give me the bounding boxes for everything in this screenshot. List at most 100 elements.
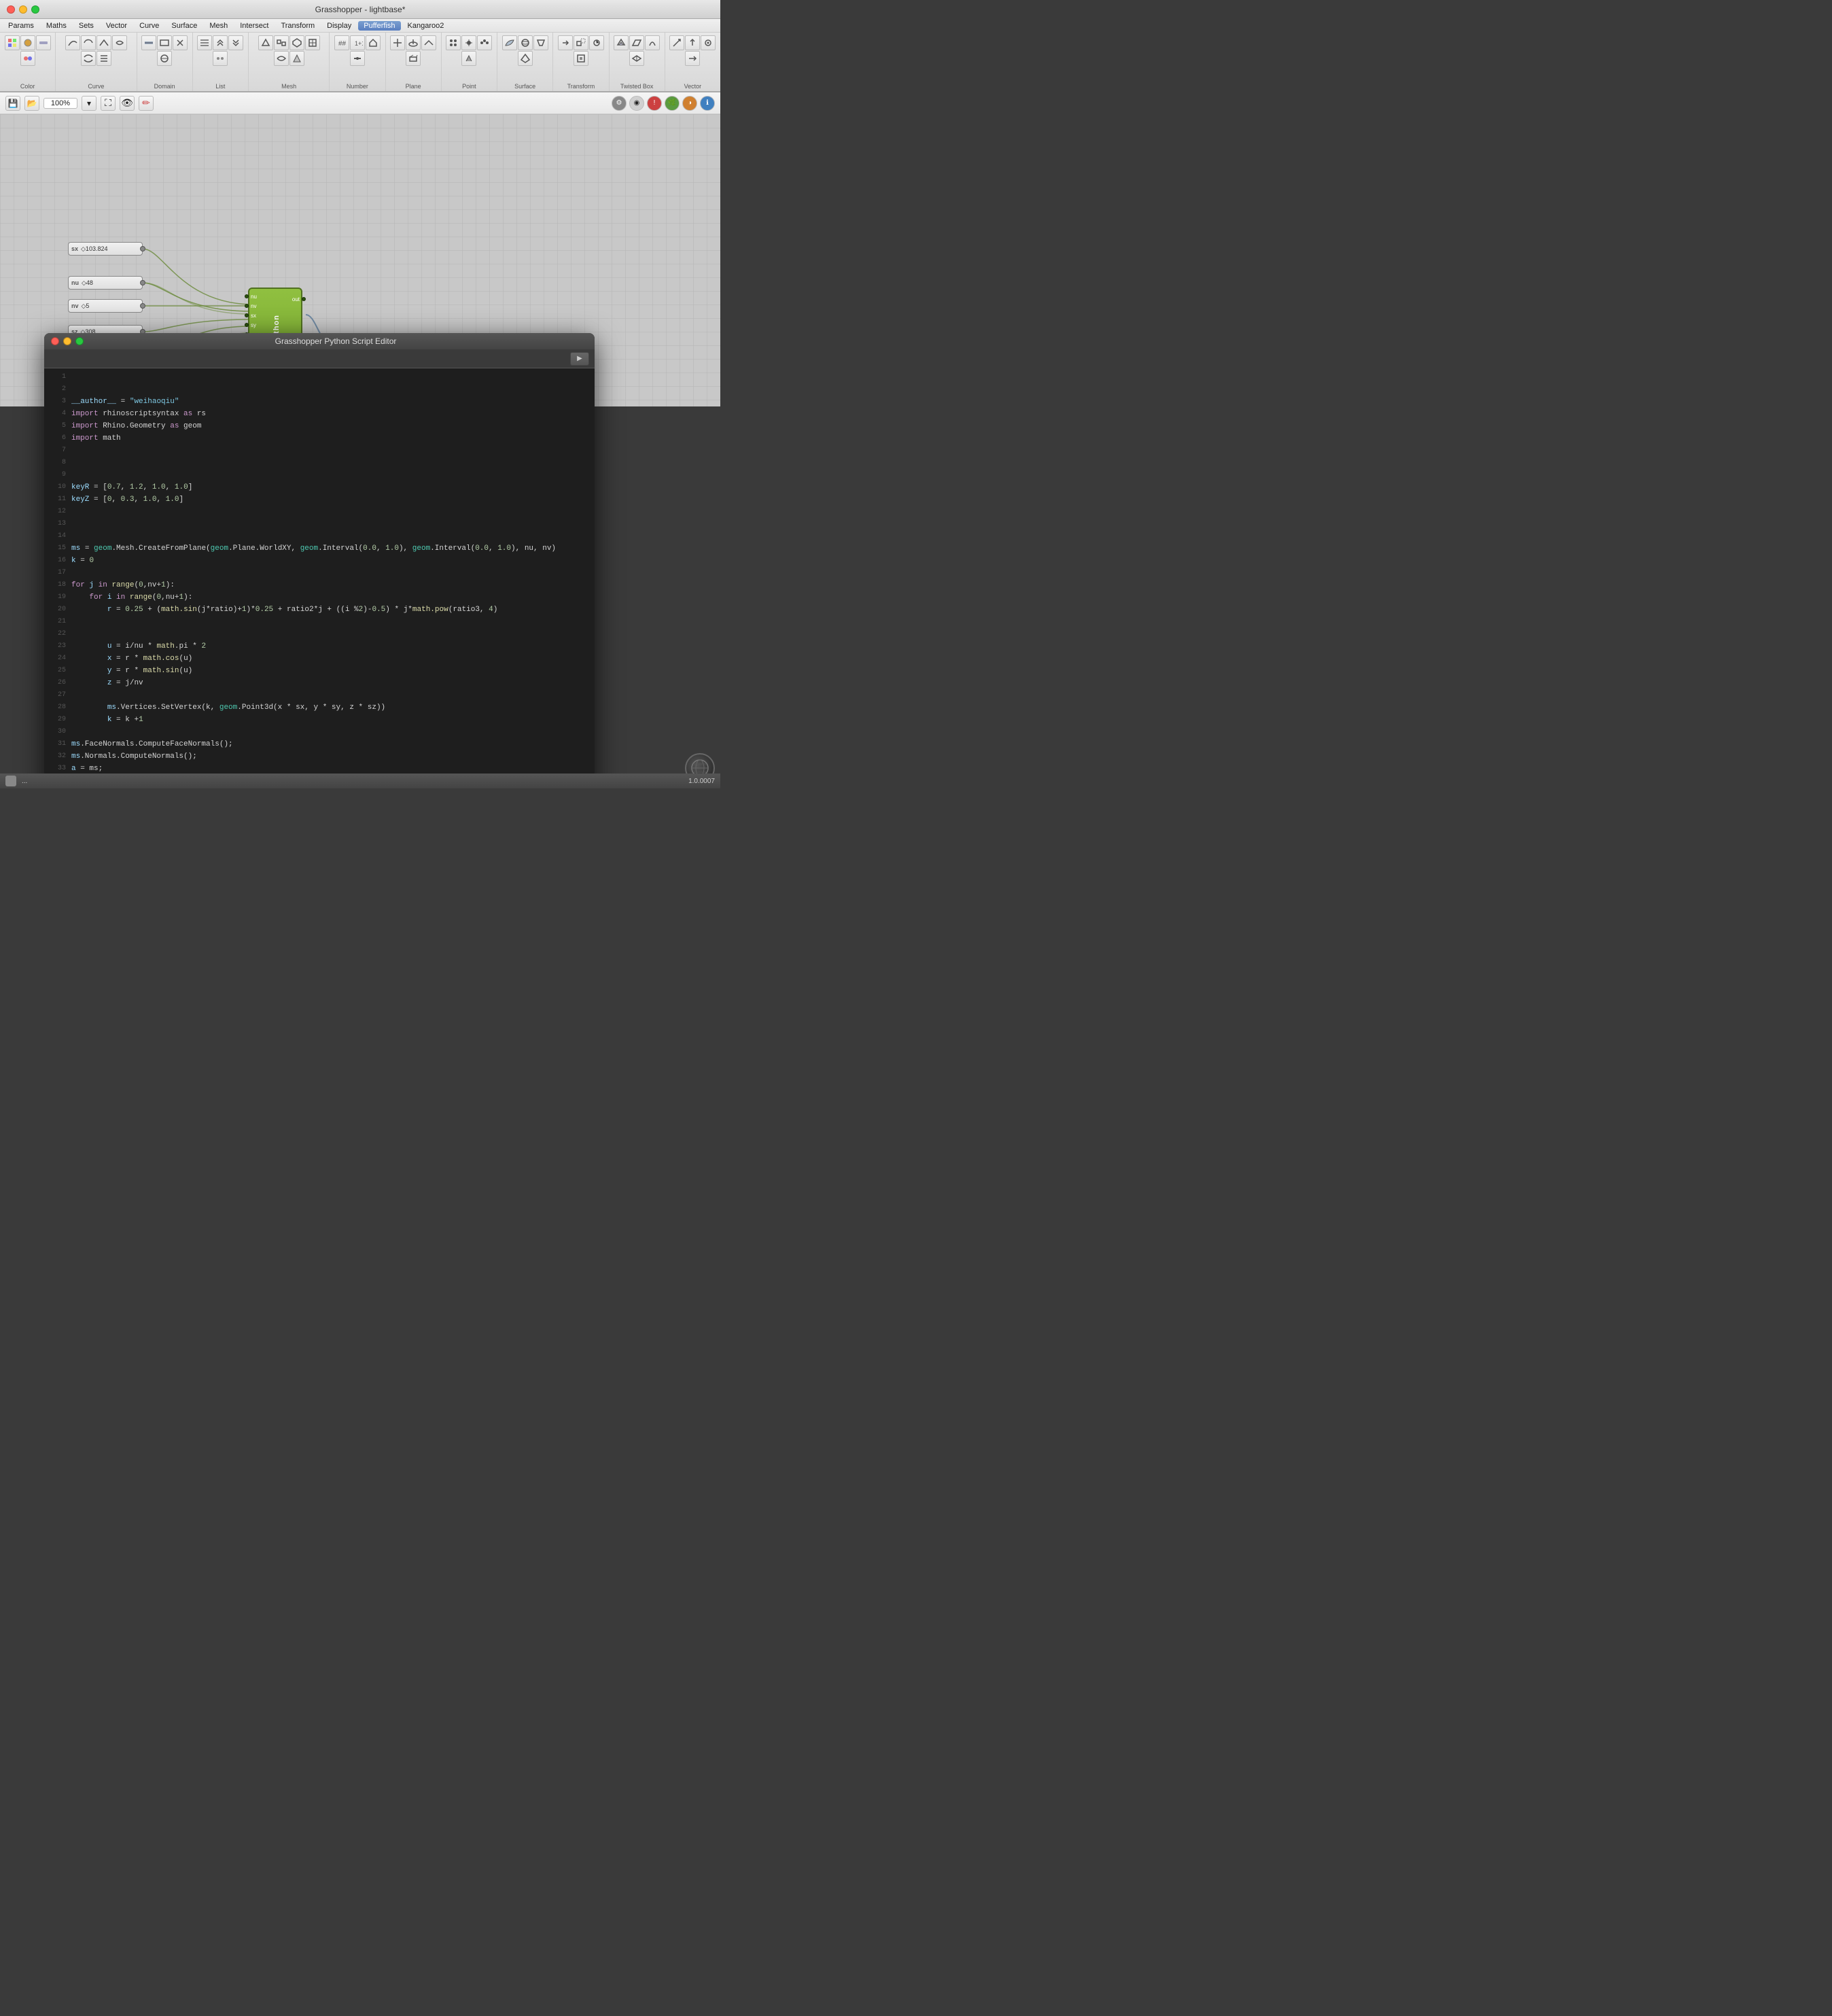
toolbar-icon-plane-3[interactable] [421, 35, 436, 50]
menu-params[interactable]: Params [3, 21, 39, 31]
menu-display[interactable]: Display [321, 21, 357, 31]
toolbar-icon-mesh-1[interactable] [258, 35, 273, 50]
toolbar-icon-point-1[interactable] [446, 35, 461, 50]
toolbar-icon-list-4[interactable] [213, 51, 228, 66]
toolbar-icon-4[interactable] [20, 51, 35, 66]
toolbar-icon-plane-4[interactable] [406, 51, 421, 66]
toolbar-icon-curve-5[interactable] [81, 51, 96, 66]
save-button[interactable]: 💾 [5, 96, 20, 111]
param-value-nu: ◇48 [82, 279, 93, 287]
toolbar-icon-1[interactable] [5, 35, 20, 50]
toolbar-icon-num-1[interactable]: ## [334, 35, 349, 50]
toolbar-icon-domain-4[interactable] [157, 51, 172, 66]
toolbar-icon-mesh-3[interactable] [289, 35, 304, 50]
toolbar-icon-num-4[interactable] [350, 51, 365, 66]
svg-text:1+1: 1+1 [355, 40, 363, 47]
editor-close-button[interactable] [51, 337, 59, 345]
toolbar-icon-transform-2[interactable] [574, 35, 588, 50]
toolbar-icon-surface-3[interactable] [533, 35, 548, 50]
toolbar-icon-vector-1[interactable] [669, 35, 684, 50]
toolbar-icon-mesh-4[interactable] [305, 35, 320, 50]
toolbar-icon-mesh-2[interactable] [274, 35, 289, 50]
toolbar-icon-vector-3[interactable] [701, 35, 716, 50]
open-button[interactable]: 📂 [24, 96, 39, 111]
menu-mesh[interactable]: Mesh [204, 21, 233, 31]
toolbar-icon-curve-1[interactable] [65, 35, 80, 50]
toolbar-group-label-number: Number [330, 83, 385, 90]
toolbar-icon-twisted-1[interactable] [614, 35, 629, 50]
code-line-5: 5 import Rhino.Geometry as geom [44, 420, 595, 432]
toolbar-icon-plane-1[interactable] [390, 35, 405, 50]
param-node-nu[interactable]: nu ◇48 [68, 276, 143, 290]
toolbar-icon-mesh-5[interactable] [274, 51, 289, 66]
toolbar-icon-curve-4[interactable] [112, 35, 127, 50]
param-node-sx[interactable]: sx ◇103.824 [68, 242, 143, 256]
toolbar-icon-list-3[interactable] [228, 35, 243, 50]
fit-view-button[interactable]: ⛶ [101, 96, 116, 111]
toolbar-icon-list-2[interactable] [213, 35, 228, 50]
toolbar-icon-list-1[interactable] [197, 35, 212, 50]
toolbar-icon-domain-3[interactable] [173, 35, 188, 50]
toolbar-icon-transform-3[interactable] [589, 35, 604, 50]
param-node-nv[interactable]: nv ◇5 [68, 299, 143, 313]
toolbar-icon-twisted-4[interactable] [629, 51, 644, 66]
info-button[interactable]: ℹ [700, 96, 715, 111]
toolbar-icon-domain-2[interactable] [157, 35, 172, 50]
toolbar-icon-num-2[interactable]: 1+1 [350, 35, 365, 50]
editor-code-area[interactable]: 1 2 3 __author__ = "weihaoqiu" 4 import … [44, 368, 595, 788]
toolbar-icon-mesh-6[interactable] [289, 51, 304, 66]
editor-max-button[interactable] [75, 337, 84, 345]
menu-sets[interactable]: Sets [73, 21, 99, 31]
zoom-dropdown[interactable]: ▾ [82, 96, 96, 111]
menu-vector[interactable]: Vector [101, 21, 133, 31]
statusbar-version: 1.0.0007 [688, 778, 715, 785]
toolbar-icon-point-3[interactable] [477, 35, 492, 50]
toolbar-icon-surface-1[interactable] [502, 35, 517, 50]
toolbar-icon-curve-6[interactable] [96, 51, 111, 66]
menu-curve[interactable]: Curve [134, 21, 164, 31]
alert-button[interactable]: ! [647, 96, 662, 111]
zoom-display[interactable]: 100% [43, 98, 77, 109]
nav-icon[interactable] [5, 776, 16, 786]
menu-maths[interactable]: Maths [41, 21, 72, 31]
toolbar-icon-point-2[interactable] [461, 35, 476, 50]
code-line-1: 1 [44, 371, 595, 383]
settings-button[interactable]: ⚙ [612, 96, 627, 111]
toolbar-icon-transform-1[interactable] [558, 35, 573, 50]
maximize-button[interactable] [31, 5, 39, 14]
editor-min-button[interactable] [63, 337, 71, 345]
toolbar-icon-twisted-3[interactable] [645, 35, 660, 50]
toolbar-icon-vector-4[interactable] [685, 51, 700, 66]
toolbar-icon-num-3[interactable] [366, 35, 381, 50]
run-button[interactable]: ▶ [570, 352, 589, 366]
menu-transform[interactable]: Transform [275, 21, 320, 31]
menu-pufferfish[interactable]: Pufferfish [358, 21, 400, 31]
editor-window-controls[interactable] [51, 337, 84, 345]
toolbar-icon-twisted-2[interactable] [629, 35, 644, 50]
view-button[interactable]: ◉ [629, 96, 644, 111]
close-button[interactable] [7, 5, 15, 14]
window-controls[interactable] [7, 5, 39, 14]
toolbar-icon-surface-2[interactable] [518, 35, 533, 50]
toolbar-icon-plane-2[interactable] [406, 35, 421, 50]
menu-intersect[interactable]: Intersect [234, 21, 274, 31]
menu-surface[interactable]: Surface [166, 21, 202, 31]
toolbar-icon-vector-2[interactable] [685, 35, 700, 50]
grass-button[interactable]: 🌿 [665, 96, 680, 111]
toolbar-icon-curve-2[interactable] [81, 35, 96, 50]
record-button[interactable]: ✏ [139, 96, 154, 111]
toolbar-icon-transform-4[interactable] [574, 51, 588, 66]
minimize-button[interactable] [19, 5, 27, 14]
toggle-preview-button[interactable]: 👁 [120, 96, 135, 111]
toolbar-icon-2[interactable] [20, 35, 35, 50]
toolbar-icon-domain-1[interactable] [141, 35, 156, 50]
toolbar-icon-3[interactable] [36, 35, 51, 50]
toolbar-group-vector: Vector [665, 33, 720, 91]
toolbar-icon-surface-4[interactable] [518, 51, 533, 66]
code-line-19: 19 for i in range(0,nu+1): [44, 591, 595, 604]
statusbar: ... 1.0.0007 [0, 774, 720, 788]
toggle-button[interactable]: ◑ [682, 96, 697, 111]
menu-kangaroo2[interactable]: Kangaroo2 [402, 21, 450, 31]
toolbar-icon-point-4[interactable] [461, 51, 476, 66]
toolbar-icon-curve-3[interactable] [96, 35, 111, 50]
